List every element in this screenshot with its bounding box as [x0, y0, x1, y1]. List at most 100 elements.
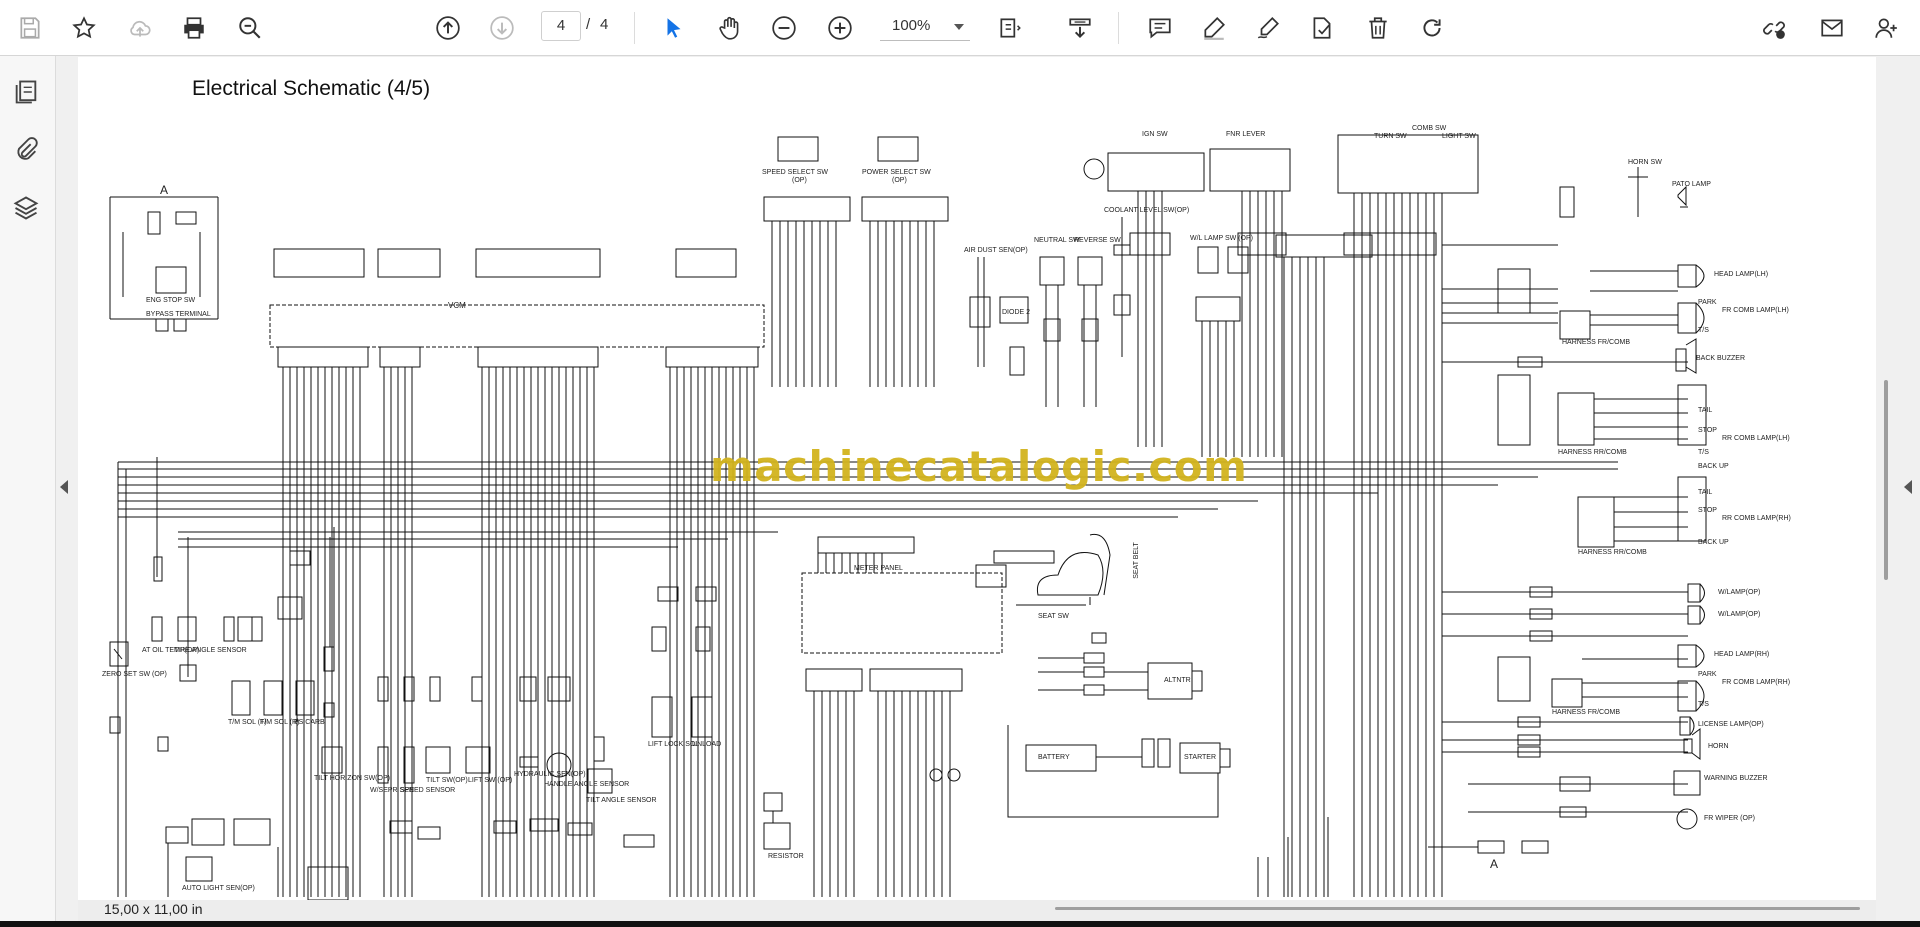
ign-sw-label: IGN SW: [1142, 131, 1168, 138]
meter-panel-label: METER PANEL: [854, 565, 903, 572]
watermark: machinecatalogic.com: [710, 442, 1248, 491]
page-total: 4: [600, 16, 609, 33]
handle-angle-label: HANDLE ANGLE SENSOR: [544, 781, 630, 788]
fr-comb-rh-label: FR COMB LAMP(RH): [1722, 679, 1791, 686]
tail-label-1: TAIL: [1698, 407, 1713, 414]
ref-a-top: A: [160, 183, 169, 197]
back-up-label-1: BACK UP: [1698, 463, 1729, 470]
add-user-icon[interactable]: [1868, 10, 1904, 46]
seat-belt-label: SEAT BELT: [1132, 542, 1140, 579]
head-lamp-rh-label: HEAD LAMP(RH): [1714, 651, 1770, 658]
fnr-lever-label: FNR LEVER: [1226, 131, 1266, 138]
zoom-plus-icon[interactable]: [822, 10, 858, 46]
tilt-sw-label: TILT SW(OP): [426, 777, 468, 784]
scroll-mode-icon[interactable]: [1062, 10, 1098, 46]
speed-select-op: (OP): [792, 177, 807, 184]
fr-comb-lh-label: FR COMB LAMP(LH): [1722, 307, 1789, 314]
collapse-right-panel-icon[interactable]: [1904, 480, 1912, 494]
email-icon[interactable]: [1814, 10, 1850, 46]
park-label: PARK: [1698, 299, 1717, 306]
highlight-pen-icon[interactable]: [1196, 10, 1232, 46]
tilt-angle-label: TILT ANGLE SENSOR: [586, 797, 657, 804]
tail-label-2: TAIL: [1698, 489, 1713, 496]
power-select-label: POWER SELECT SW: [862, 169, 931, 176]
stop-label-2: STOP: [1698, 507, 1717, 514]
redo-icon[interactable]: [1414, 10, 1450, 46]
comment-icon[interactable]: [1142, 10, 1178, 46]
page-separator: /: [586, 16, 591, 33]
altntr-label: ALTNTR: [1164, 677, 1191, 684]
top-toolbar: 4 / 4 100%: [0, 0, 1920, 56]
zoom-out-search-icon[interactable]: [232, 10, 268, 46]
collapse-left-panel-icon[interactable]: [60, 480, 68, 494]
select-cursor-icon[interactable]: [656, 10, 692, 46]
lift-sw-label: LIFT SW (OP): [468, 777, 513, 784]
ts-label-3: T/S: [1698, 701, 1709, 708]
save-icon[interactable]: [12, 10, 48, 46]
left-sidebar: [0, 56, 56, 927]
delete-icon[interactable]: [1360, 10, 1396, 46]
auto-light-label: AUTO LIGHT SEN(OP): [182, 885, 255, 892]
vertical-scrollbar[interactable]: [1884, 380, 1888, 580]
ps-carb-label: PS CARB: [294, 719, 325, 726]
back-buzzer-label: BACK BUZZER: [1696, 355, 1746, 362]
tire-angle-label: TIRE ANGLE SENSOR: [174, 647, 247, 654]
tilt-horizon-label: TILT HORIZON SW(OP): [314, 775, 390, 782]
cloud-upload-icon[interactable]: [122, 10, 158, 46]
fit-page-icon[interactable]: [992, 10, 1028, 46]
power-select-op: (OP): [892, 177, 907, 184]
page-down-icon[interactable]: [484, 10, 520, 46]
bypass-label: BYPASS TERMINAL: [146, 311, 211, 318]
resistor-label: RESISTOR: [768, 853, 804, 860]
harness-rr-label: HARNESS RR/COMB: [1558, 449, 1627, 456]
seat-sw-label: SEAT SW: [1038, 613, 1069, 620]
air-dust-label: AIR DUST SEN(OP): [964, 247, 1028, 254]
zoom-value: 100%: [892, 17, 931, 34]
star-icon[interactable]: [66, 10, 102, 46]
hydraulic-label: HYDRAULIC SEN(OP): [514, 771, 586, 778]
page-up-icon[interactable]: [430, 10, 466, 46]
park-label-2: PARK: [1698, 671, 1717, 678]
back-up-label-2: BACK UP: [1698, 539, 1729, 546]
pato-lamp-label: PATO LAMP: [1672, 181, 1711, 188]
hand-icon[interactable]: [712, 10, 748, 46]
fr-wiper-label: FR WIPER (OP): [1704, 815, 1755, 822]
head-lamp-lh-label: HEAD LAMP(LH): [1714, 271, 1769, 278]
attachments-icon[interactable]: [12, 136, 44, 168]
zoom-minus-icon[interactable]: [766, 10, 802, 46]
page-size-label: 15,00 x 11,00 in: [104, 901, 203, 917]
wl-lamp-sw-label: W/L LAMP SW (OP): [1190, 235, 1254, 242]
draw-icon[interactable]: [1250, 10, 1286, 46]
ref-a-bottom: A: [1490, 857, 1499, 871]
vcm-label: VCM: [448, 301, 466, 310]
zero-set-label: ZERO SET SW (OP): [102, 671, 167, 678]
unload-label: UNLOAD: [692, 741, 722, 748]
turn-sw-label: TURN SW: [1374, 133, 1407, 140]
wlamp-op-2-label: W/LAMP(OP): [1718, 611, 1761, 618]
chevron-down-icon: [954, 24, 964, 30]
speed-sensor-label: SPEED SENSOR: [400, 787, 456, 794]
page-number-input[interactable]: 4: [541, 11, 581, 41]
document-page: Electrical Schematic (4/5) VCM A A ENG S…: [78, 57, 1876, 900]
coolant-level-label: COOLANT LEVEL SW(OP): [1104, 207, 1190, 214]
horn-sw-label: HORN SW: [1628, 159, 1662, 166]
rr-comb-lh-label: RR COMB LAMP(LH): [1722, 435, 1790, 442]
diode-label: DIODE 2: [1002, 309, 1031, 316]
reverse-sw-label: REVERSE SW: [1074, 237, 1121, 244]
ts-label-2: T/S: [1698, 449, 1709, 456]
print-icon[interactable]: [176, 10, 212, 46]
rr-comb-rh-label: RR COMB LAMP(RH): [1722, 515, 1791, 522]
status-bar: [78, 900, 1876, 922]
share-link-icon[interactable]: [1756, 10, 1792, 46]
license-lamp-label: LICENSE LAMP(OP): [1698, 721, 1764, 728]
comb-sw-label: COMB SW: [1412, 125, 1447, 132]
speed-select-label: SPEED SELECT SW: [762, 169, 829, 176]
horizontal-scrollbar[interactable]: [1055, 907, 1860, 910]
layers-icon[interactable]: [12, 194, 44, 226]
warning-buzzer-label: WARNING BUZZER: [1704, 775, 1768, 782]
pages-icon[interactable]: [12, 78, 44, 110]
harness-fr-label: HARNESS FR/COMB: [1562, 339, 1631, 346]
stamp-icon[interactable]: [1304, 10, 1340, 46]
harness-rr2-label: HARNESS RR/COMB: [1578, 549, 1647, 556]
zoom-select[interactable]: 100%: [880, 11, 970, 41]
